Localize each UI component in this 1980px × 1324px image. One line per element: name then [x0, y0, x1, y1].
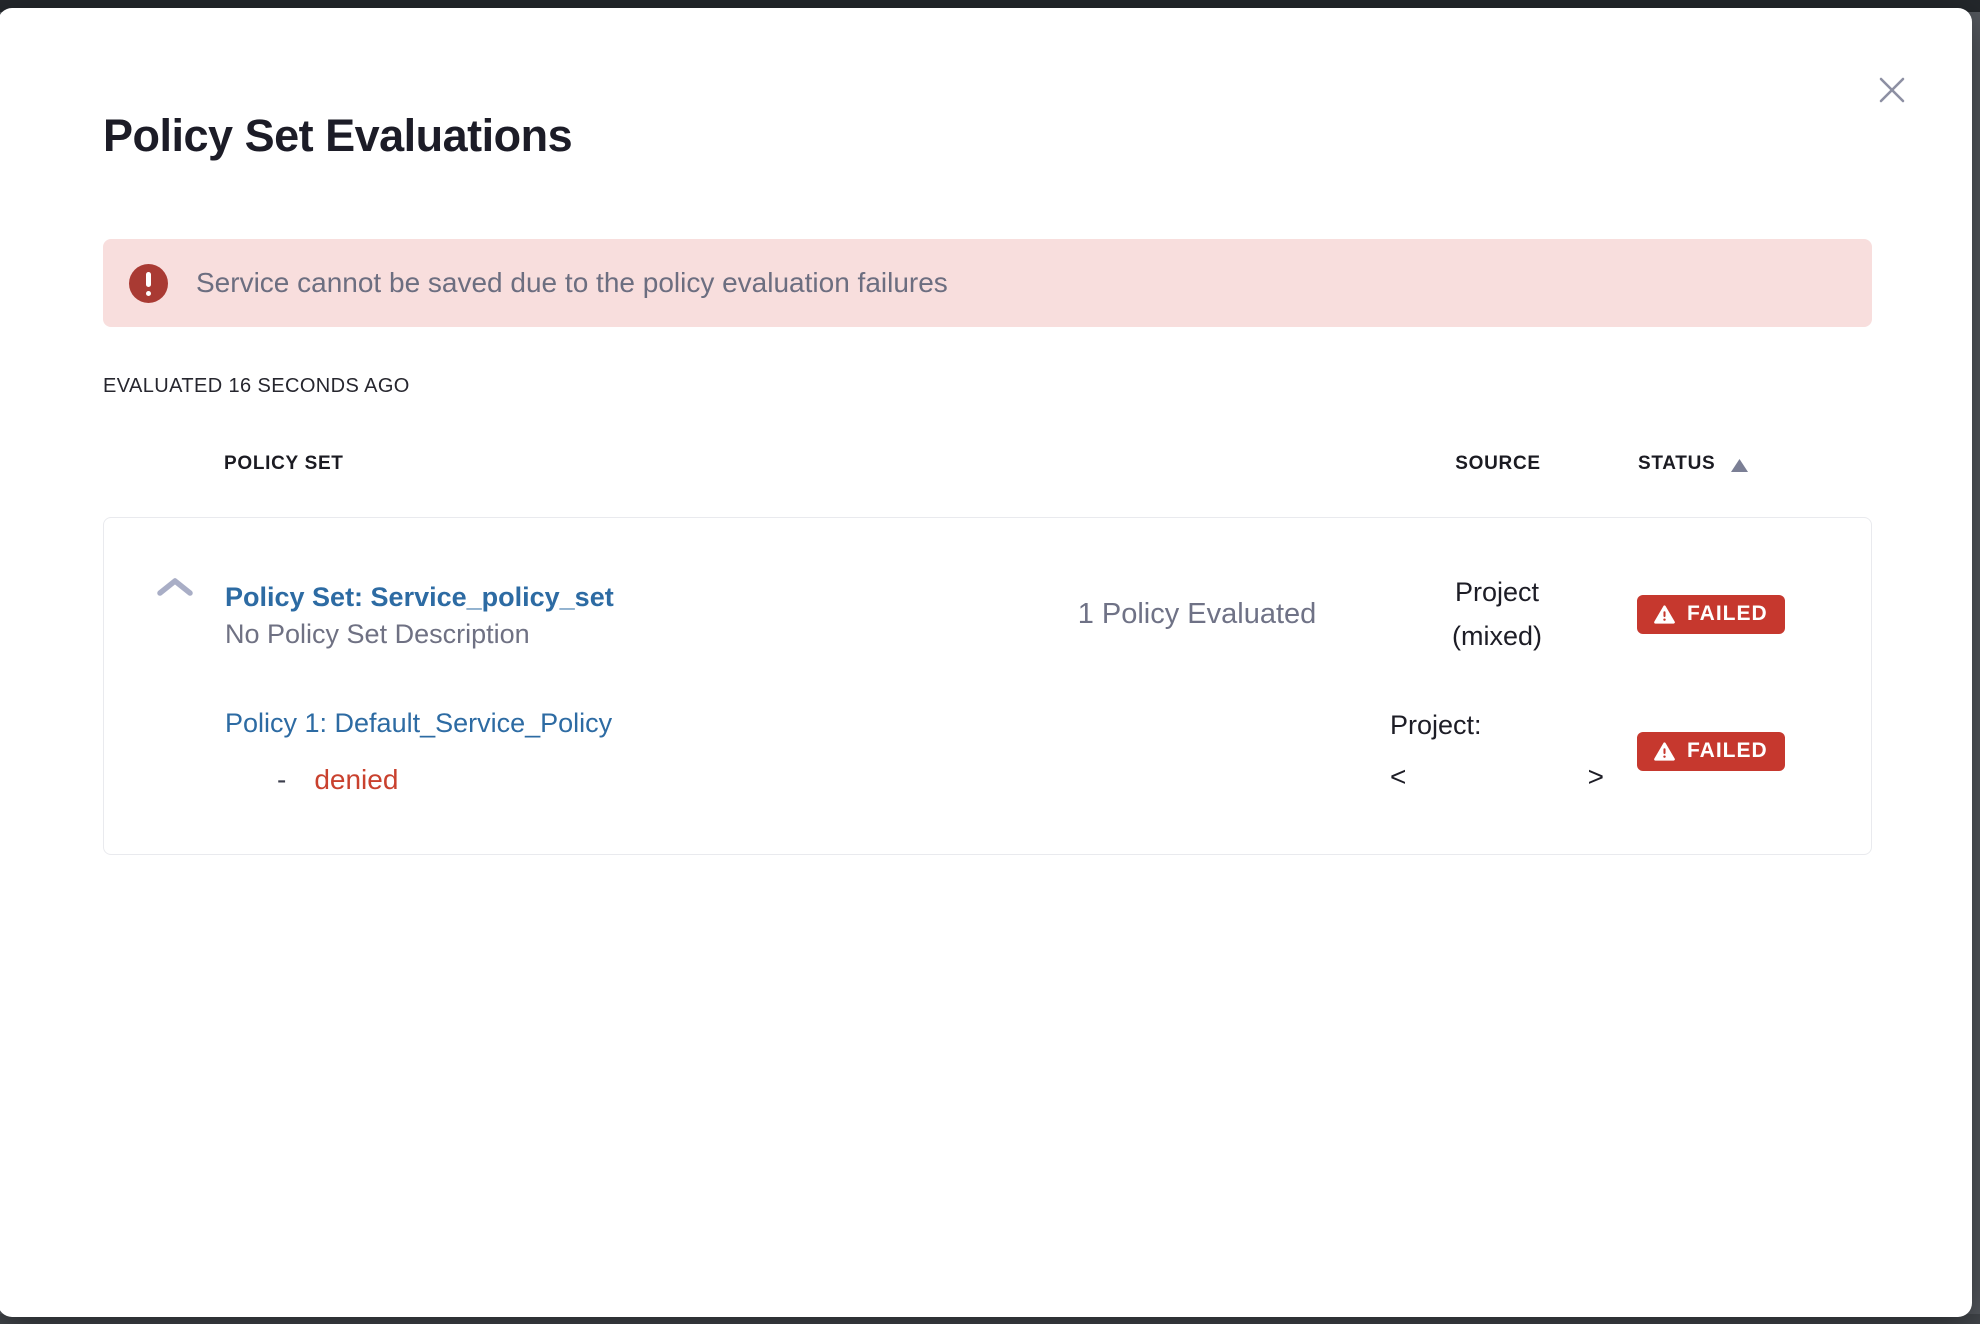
chevron-up-icon — [154, 576, 196, 600]
exclamation-circle-icon — [129, 264, 168, 303]
column-header-policy-set: POLICY SET — [224, 453, 1038, 475]
source-line1: Project — [1357, 570, 1637, 614]
policy-set-evaluations-modal: Policy Set Evaluations Service cannot be… — [0, 8, 1972, 1317]
warning-triangle-icon — [1654, 742, 1675, 761]
close-icon — [1873, 71, 1911, 109]
status-cell: FAILED — [1637, 732, 1871, 771]
warning-triangle-icon — [1654, 605, 1675, 624]
error-banner-message: Service cannot be saved due to the polic… — [196, 267, 948, 299]
column-header-source: SOURCE — [1358, 453, 1638, 475]
status-badge-label: FAILED — [1687, 602, 1768, 626]
source-cell: Project: < > — [1390, 710, 1604, 793]
close-button[interactable] — [1870, 68, 1914, 112]
sort-ascending-icon — [1731, 459, 1748, 472]
detail-dash: - — [277, 764, 286, 796]
policy-set-description: No Policy Set Description — [225, 617, 1037, 651]
status-badge: FAILED — [1637, 732, 1785, 771]
status-header-label: STATUS — [1638, 453, 1715, 475]
angle-open: < — [1390, 761, 1406, 793]
column-header-status[interactable]: STATUS — [1638, 453, 1872, 475]
source-line2: (mixed) — [1357, 614, 1637, 658]
policy-set-link[interactable]: Policy Set: Service_policy_set — [225, 577, 614, 617]
page-title: Policy Set Evaluations — [103, 8, 1872, 161]
status-badge-label: FAILED — [1687, 739, 1768, 763]
policy-cell: Policy 1: Default_Service_Policy - denie… — [225, 706, 1037, 796]
policy-set-evaluation-card: Policy Set: Service_policy_set No Policy… — [103, 517, 1872, 855]
status-cell: FAILED — [1637, 595, 1871, 634]
error-banner: Service cannot be saved due to the polic… — [103, 239, 1872, 327]
status-badge: FAILED — [1637, 595, 1785, 634]
source-cell: Project (mixed) — [1357, 570, 1637, 658]
table-header-row: POLICY SET SOURCE STATUS — [103, 453, 1872, 475]
source-truncated-value: < > — [1390, 761, 1604, 793]
policy-set-cell: Policy Set: Service_policy_set No Policy… — [225, 577, 1037, 651]
table-row: Policy 1: Default_Service_Policy - denie… — [104, 706, 1871, 796]
source-line1: Project: — [1390, 710, 1604, 741]
evaluated-cell-empty — [1037, 751, 1357, 752]
policy-link[interactable]: Policy 1: Default_Service_Policy — [225, 706, 612, 740]
policy-detail-row: - denied — [225, 764, 1037, 796]
expander-column-header — [103, 464, 224, 465]
collapse-row-button[interactable] — [154, 576, 196, 600]
evaluated-column-header — [1038, 464, 1358, 465]
angle-close: > — [1588, 761, 1604, 793]
policies-evaluated-count: 1 Policy Evaluated — [1037, 598, 1357, 631]
expander-cell-empty — [104, 751, 225, 752]
table-row: Policy Set: Service_policy_set No Policy… — [104, 570, 1871, 658]
evaluated-timestamp: EVALUATED 16 SECONDS AGO — [103, 375, 1872, 398]
denied-label: denied — [314, 764, 398, 796]
